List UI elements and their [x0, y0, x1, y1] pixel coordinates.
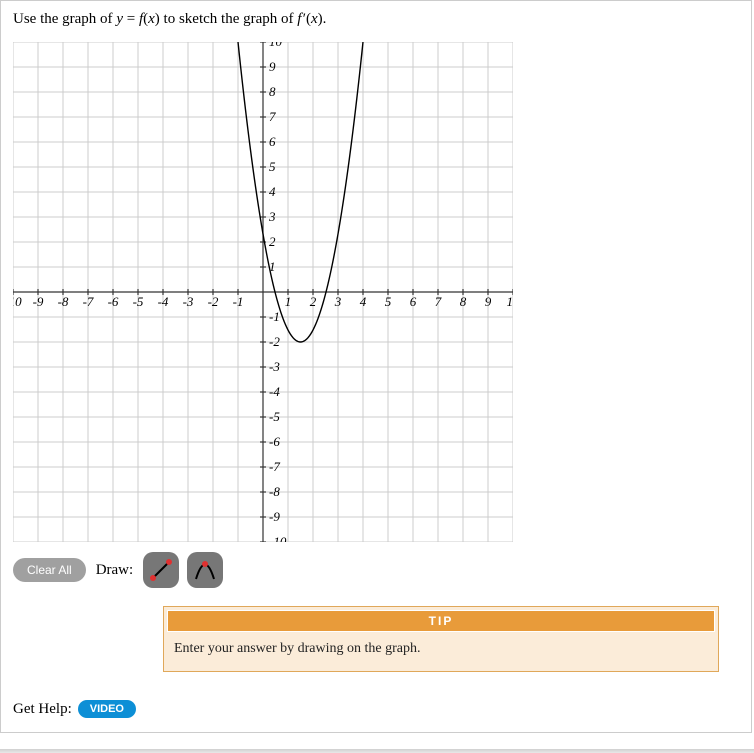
svg-text:-6: -6 — [269, 434, 280, 449]
svg-text:4: 4 — [269, 184, 276, 199]
svg-text:6: 6 — [410, 294, 417, 309]
line-tool-icon — [147, 556, 175, 584]
question-panel: Use the graph of y = f(x) to sketch the … — [0, 0, 752, 733]
svg-text:-4: -4 — [269, 384, 280, 399]
svg-text:9: 9 — [269, 59, 276, 74]
svg-text:1: 1 — [285, 294, 292, 309]
tip-body: Enter your answer by drawing on the grap… — [164, 635, 718, 671]
line-tool-button[interactable] — [143, 552, 179, 588]
tip-header: TIP — [167, 610, 715, 632]
graph-canvas[interactable]: -10-9-8-7-6-5-4-3-2-112345678910-10-9-8-… — [13, 42, 513, 542]
svg-text:10: 10 — [269, 42, 283, 49]
svg-text:-8: -8 — [58, 294, 69, 309]
question-text: Use the graph of y = f(x) to sketch the … — [13, 11, 739, 28]
svg-text:-10: -10 — [13, 294, 22, 309]
svg-text:-4: -4 — [158, 294, 169, 309]
svg-text:-5: -5 — [133, 294, 144, 309]
svg-text:-1: -1 — [269, 309, 280, 324]
video-button[interactable]: VIDEO — [78, 700, 136, 718]
parabola-tool-button[interactable] — [187, 552, 223, 588]
help-label: Get Help: — [13, 701, 72, 718]
footer-divider — [0, 749, 754, 753]
svg-text:-9: -9 — [33, 294, 44, 309]
svg-text:8: 8 — [269, 84, 276, 99]
svg-text:2: 2 — [310, 294, 317, 309]
svg-text:-3: -3 — [183, 294, 194, 309]
svg-text:-7: -7 — [269, 459, 280, 474]
svg-text:9: 9 — [485, 294, 492, 309]
parabola-tool-icon — [191, 556, 219, 584]
svg-text:-2: -2 — [208, 294, 219, 309]
svg-text:-6: -6 — [108, 294, 119, 309]
draw-label: Draw: — [96, 562, 134, 579]
svg-text:7: 7 — [269, 109, 276, 124]
svg-text:5: 5 — [385, 294, 392, 309]
help-row: Get Help: VIDEO — [13, 700, 739, 718]
svg-text:5: 5 — [269, 159, 276, 174]
svg-text:3: 3 — [334, 294, 342, 309]
svg-text:-5: -5 — [269, 409, 280, 424]
svg-text:-1: -1 — [233, 294, 244, 309]
svg-text:2: 2 — [269, 234, 276, 249]
svg-text:10: 10 — [507, 294, 514, 309]
tools-row: Clear All Draw: — [13, 552, 739, 588]
svg-text:3: 3 — [268, 209, 276, 224]
svg-text:-10: -10 — [269, 534, 287, 542]
tip-box: TIP Enter your answer by drawing on the … — [163, 606, 719, 672]
svg-text:8: 8 — [460, 294, 467, 309]
svg-text:-8: -8 — [269, 484, 280, 499]
svg-text:-2: -2 — [269, 334, 280, 349]
svg-text:-3: -3 — [269, 359, 280, 374]
clear-all-button[interactable]: Clear All — [13, 558, 86, 582]
svg-text:-9: -9 — [269, 509, 280, 524]
svg-text:-7: -7 — [83, 294, 94, 309]
svg-text:7: 7 — [435, 294, 442, 309]
svg-text:6: 6 — [269, 134, 276, 149]
svg-text:4: 4 — [360, 294, 367, 309]
